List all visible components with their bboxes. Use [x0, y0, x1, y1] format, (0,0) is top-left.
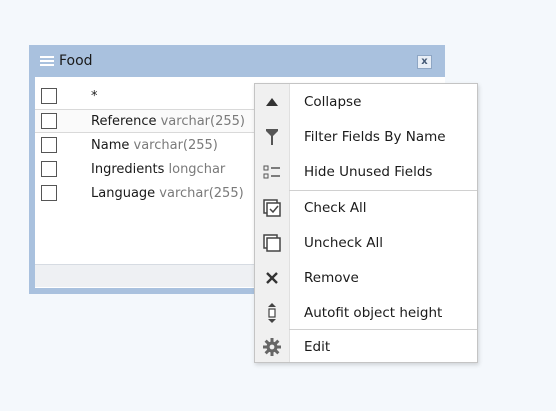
menu-item-label: Remove [304, 269, 359, 286]
menu-item-label: Filter Fields By Name [304, 128, 446, 145]
menu-item-label: Check All [304, 199, 367, 216]
menu-item-hide-unused[interactable]: Hide Unused Fields [255, 154, 477, 189]
field-type: varchar(255) [160, 113, 245, 129]
menu-item-filter-fields[interactable]: Filter Fields By Name [255, 119, 477, 154]
menu-item-edit[interactable]: Edit [255, 329, 477, 364]
remove-icon [255, 260, 289, 295]
field-checkbox[interactable] [41, 137, 57, 153]
menu-item-collapse[interactable]: Collapse [255, 84, 477, 119]
field-type: longchar [168, 161, 226, 177]
field-checkbox[interactable] [41, 185, 57, 201]
hamburger-menu-icon[interactable] [40, 56, 54, 66]
menu-item-label: Uncheck All [304, 234, 383, 251]
field-name: * [91, 88, 98, 104]
field-name: Ingredients [91, 161, 165, 177]
context-menu: Collapse Filter Fields By Name Hide Unus… [254, 83, 478, 363]
menu-item-label: Edit [304, 338, 331, 355]
field-type: varchar(255) [133, 137, 218, 153]
field-type: varchar(255) [159, 185, 244, 201]
field-name: Name [91, 137, 130, 153]
menu-item-label: Hide Unused Fields [304, 163, 433, 180]
field-checkbox[interactable] [41, 113, 57, 129]
triangle-up-icon [255, 84, 289, 119]
autofit-icon [255, 295, 289, 330]
menu-item-label: Collapse [304, 93, 362, 110]
hide-fields-icon [255, 154, 289, 189]
uncheck-all-icon [255, 225, 289, 260]
filter-icon [255, 119, 289, 154]
menu-item-check-all[interactable]: Check All [255, 190, 477, 225]
field-name: Reference [91, 113, 157, 129]
field-checkbox[interactable] [41, 88, 57, 104]
menu-item-autofit[interactable]: Autofit object height [255, 295, 477, 330]
menu-item-remove[interactable]: Remove [255, 260, 477, 295]
table-title: Food [59, 53, 93, 69]
field-checkbox[interactable] [41, 161, 57, 177]
close-button[interactable]: x [417, 55, 432, 69]
gear-icon [255, 329, 289, 364]
menu-item-uncheck-all[interactable]: Uncheck All [255, 225, 477, 260]
field-name: Language [91, 185, 156, 201]
check-all-icon [255, 190, 289, 225]
table-header[interactable]: Food x [29, 45, 445, 77]
menu-item-label: Autofit object height [304, 304, 443, 321]
